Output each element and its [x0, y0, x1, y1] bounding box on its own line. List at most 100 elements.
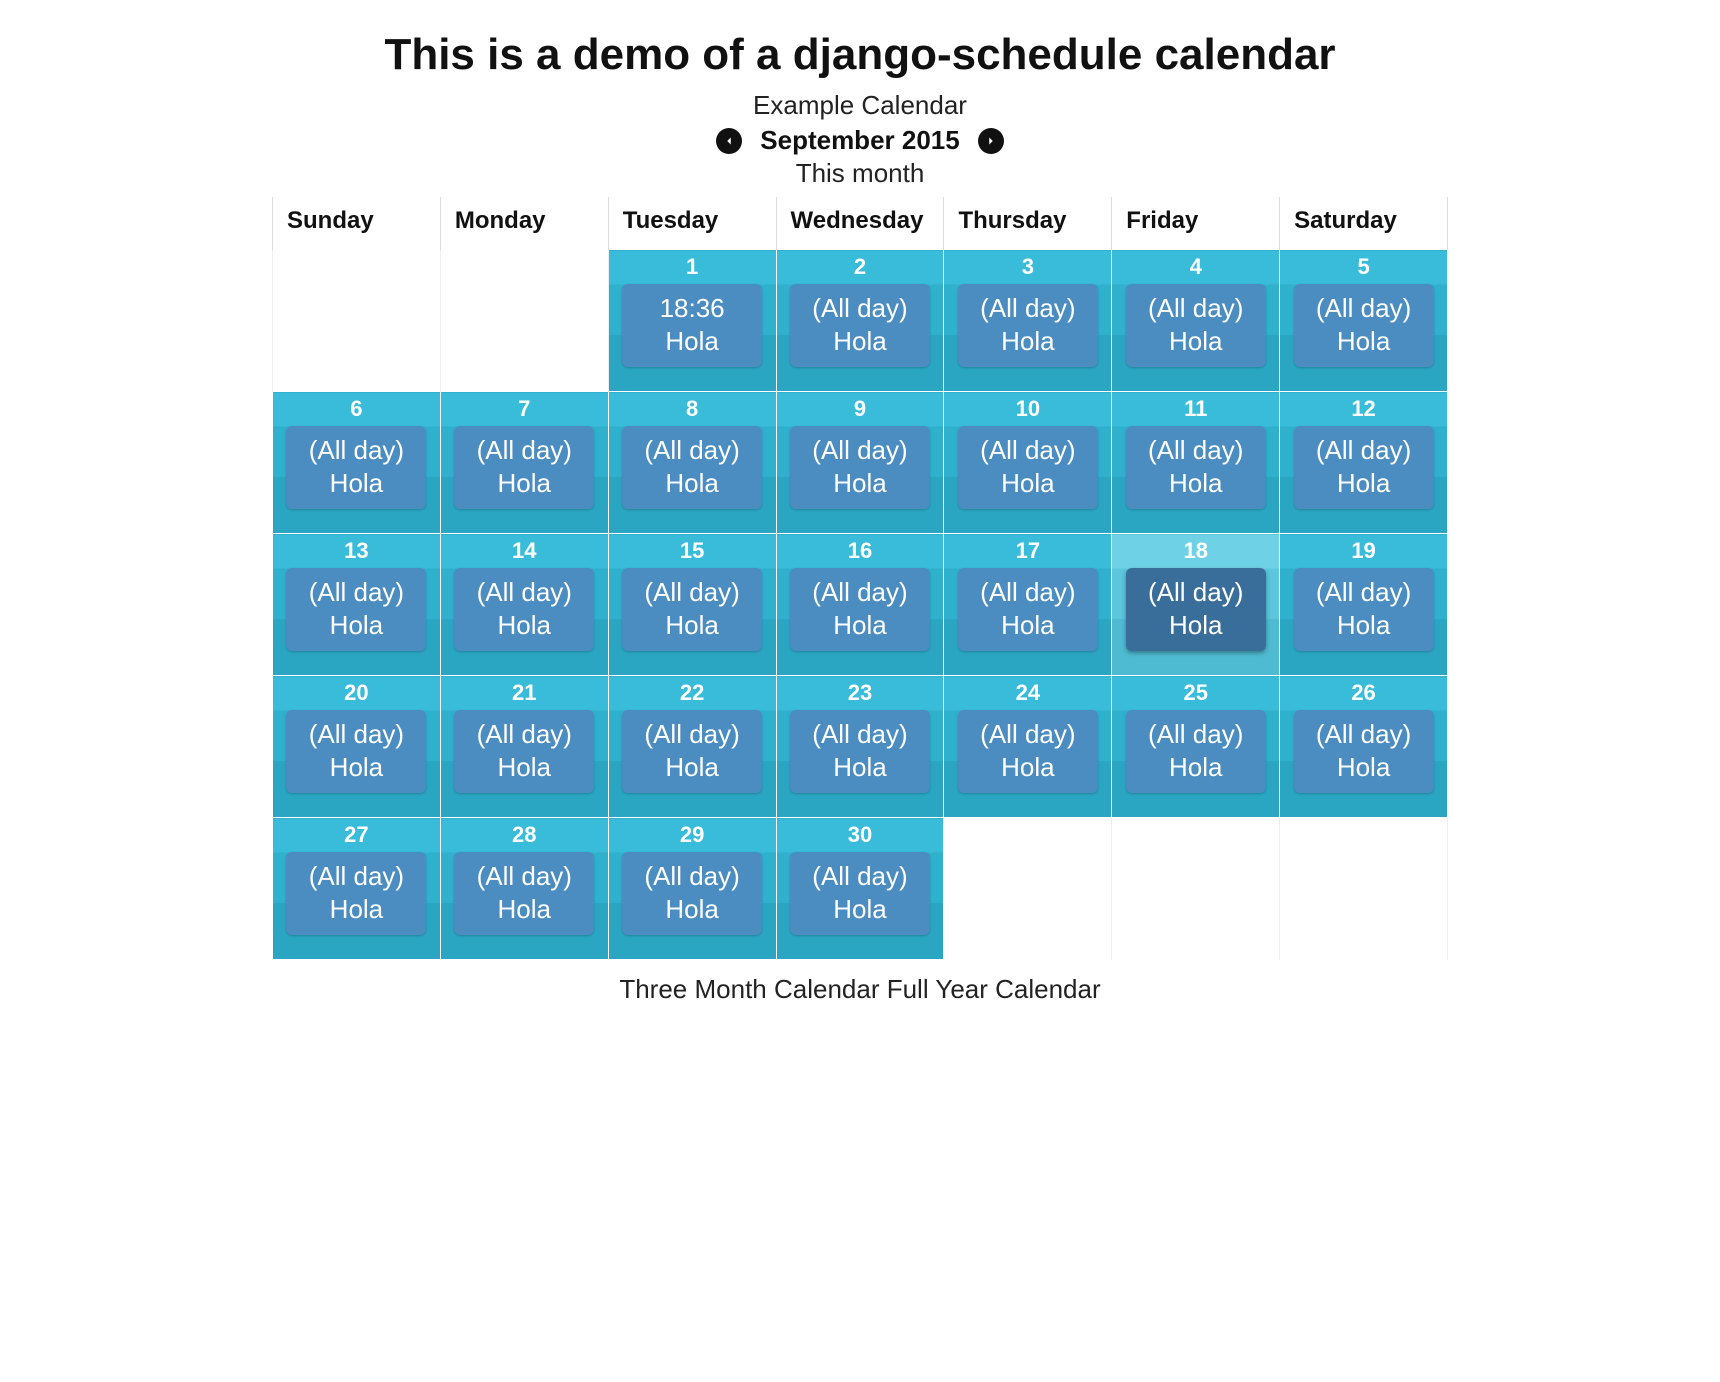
- calendar-event[interactable]: (All day)Hola: [790, 568, 930, 651]
- calendar-row: 118:36Hola2(All day)Hola 3 (All day)Hola 4 (…: [273, 250, 1448, 392]
- event-time: (All day): [964, 718, 1092, 751]
- day-cell[interactable]: 19 (All day)Hola: [1280, 534, 1448, 676]
- calendar-event[interactable]: (All day)Hola: [622, 852, 762, 935]
- day-cell[interactable]: 5 (All day)Hola: [1280, 250, 1448, 392]
- calendar-event[interactable]: (All day)Hola: [454, 852, 594, 935]
- calendar-event[interactable]: (All day)Hola: [958, 284, 1098, 367]
- calendar-event[interactable]: (All day)Hola: [1294, 568, 1434, 651]
- day-cell[interactable]: 10 (All day)Hola: [944, 392, 1112, 534]
- calendar-event[interactable]: (All day)Hola: [958, 710, 1098, 793]
- calendar-event[interactable]: (All day)Hola: [958, 568, 1098, 651]
- event-title: Hola: [796, 467, 924, 500]
- calendar-event[interactable]: (All day)Hola: [1126, 426, 1266, 509]
- calendar-event[interactable]: (All day)Hola: [790, 426, 930, 509]
- day-cell[interactable]: 11 (All day)Hola: [1112, 392, 1280, 534]
- calendar-event[interactable]: (All day)Hola: [286, 426, 426, 509]
- calendar-event[interactable]: (All day)Hola: [1126, 568, 1266, 651]
- calendar-name: Example Calendar: [0, 90, 1720, 121]
- calendar-event[interactable]: (All day)Hola: [286, 568, 426, 651]
- day-cell[interactable]: 18(All day)Hola: [1112, 534, 1280, 676]
- day-number: 7: [518, 396, 530, 422]
- day-cell[interactable]: 2(All day)Hola: [776, 250, 944, 392]
- event-title: Hola: [628, 467, 756, 500]
- day-cell[interactable]: 7 (All day)Hola: [440, 392, 608, 534]
- empty-cell: [1112, 818, 1280, 960]
- event-title: Hola: [1132, 467, 1260, 500]
- event-time: (All day): [460, 576, 588, 609]
- day-number: 8: [686, 396, 698, 422]
- calendar-event[interactable]: (All day)Hola: [1294, 710, 1434, 793]
- calendar-event[interactable]: (All day)Hola: [622, 426, 762, 509]
- day-cell[interactable]: 3 (All day)Hola: [944, 250, 1112, 392]
- day-cell[interactable]: 15(All day)Hola: [608, 534, 776, 676]
- calendar-event[interactable]: 18:36Hola: [622, 284, 762, 367]
- weekday-header: Tuesday: [608, 197, 776, 250]
- day-cell[interactable]: 17(All day)Hola: [944, 534, 1112, 676]
- three-month-link[interactable]: Three Month Calendar: [619, 974, 879, 1004]
- day-cell[interactable]: 20(All day)Hola: [273, 676, 441, 818]
- day-cell[interactable]: 23(All day)Hola: [776, 676, 944, 818]
- event-title: Hola: [1300, 467, 1428, 500]
- event-time: (All day): [628, 434, 756, 467]
- calendar-event[interactable]: (All day)Hola: [622, 710, 762, 793]
- day-number: 3: [1022, 254, 1034, 280]
- day-cell[interactable]: 21(All day)Hola: [440, 676, 608, 818]
- day-cell[interactable]: 118:36Hola: [608, 250, 776, 392]
- calendar-event[interactable]: (All day)Hola: [454, 426, 594, 509]
- this-month-link[interactable]: This month: [0, 158, 1720, 189]
- calendar-event[interactable]: (All day)Hola: [790, 710, 930, 793]
- day-cell[interactable]: 22(All day)Hola: [608, 676, 776, 818]
- day-number: 11: [1184, 396, 1207, 422]
- prev-month-button[interactable]: [716, 128, 742, 154]
- day-number: 19: [1351, 538, 1375, 564]
- calendar-event[interactable]: (All day)Hola: [790, 852, 930, 935]
- day-number: 4: [1190, 254, 1202, 280]
- full-year-link[interactable]: Full Year Calendar: [887, 974, 1101, 1004]
- day-cell[interactable]: 29 (All day)Hola: [608, 818, 776, 960]
- day-cell[interactable]: 13 (All day)Hola: [273, 534, 441, 676]
- weekday-header: Monday: [440, 197, 608, 250]
- day-cell[interactable]: 24 (All day)Hola: [944, 676, 1112, 818]
- event-time: (All day): [460, 718, 588, 751]
- day-cell[interactable]: 8 (All day)Hola: [608, 392, 776, 534]
- calendar-event[interactable]: (All day)Hola: [1126, 710, 1266, 793]
- calendar-event[interactable]: (All day)Hola: [1294, 426, 1434, 509]
- event-time: (All day): [460, 434, 588, 467]
- weekday-header: Sunday: [273, 197, 441, 250]
- event-title: Hola: [460, 467, 588, 500]
- day-cell[interactable]: 12(All day)Hola: [1280, 392, 1448, 534]
- day-cell[interactable]: 6(All day)Hola: [273, 392, 441, 534]
- day-number: 16: [848, 538, 872, 564]
- calendar-event[interactable]: (All day)Hola: [1294, 284, 1434, 367]
- day-cell[interactable]: 25(All day)Hola: [1112, 676, 1280, 818]
- day-cell[interactable]: 4 (All day)Hola: [1112, 250, 1280, 392]
- calendar-event[interactable]: (All day)Hola: [958, 426, 1098, 509]
- event-time: (All day): [1132, 718, 1260, 751]
- day-cell[interactable]: 14(All day)Hola: [440, 534, 608, 676]
- event-time: 18:36: [628, 292, 756, 325]
- day-number: 24: [1016, 680, 1040, 706]
- calendar-event[interactable]: (All day)Hola: [454, 568, 594, 651]
- event-time: (All day): [964, 292, 1092, 325]
- event-time: (All day): [628, 860, 756, 893]
- day-cell[interactable]: 27(All day)Hola: [273, 818, 441, 960]
- day-number: 10: [1016, 396, 1040, 422]
- day-cell[interactable]: 9(All day)Hola: [776, 392, 944, 534]
- event-title: Hola: [964, 467, 1092, 500]
- event-time: (All day): [964, 576, 1092, 609]
- day-cell[interactable]: 26(All day)Hola: [1280, 676, 1448, 818]
- calendar-event[interactable]: (All day)Hola: [454, 710, 594, 793]
- day-number: 5: [1357, 254, 1369, 280]
- event-time: (All day): [292, 860, 420, 893]
- calendar-event[interactable]: (All day)Hola: [622, 568, 762, 651]
- day-cell[interactable]: 16 (All day)Hola: [776, 534, 944, 676]
- next-month-button[interactable]: [978, 128, 1004, 154]
- calendar-event[interactable]: (All day)Hola: [286, 852, 426, 935]
- day-cell[interactable]: 28(All day)Hola: [440, 818, 608, 960]
- calendar-event[interactable]: (All day)Hola: [1126, 284, 1266, 367]
- day-cell[interactable]: 30(All day)Hola: [776, 818, 944, 960]
- day-number: 13: [344, 538, 368, 564]
- calendar-event[interactable]: (All day)Hola: [790, 284, 930, 367]
- day-number: 29: [680, 822, 704, 848]
- calendar-event[interactable]: (All day)Hola: [286, 710, 426, 793]
